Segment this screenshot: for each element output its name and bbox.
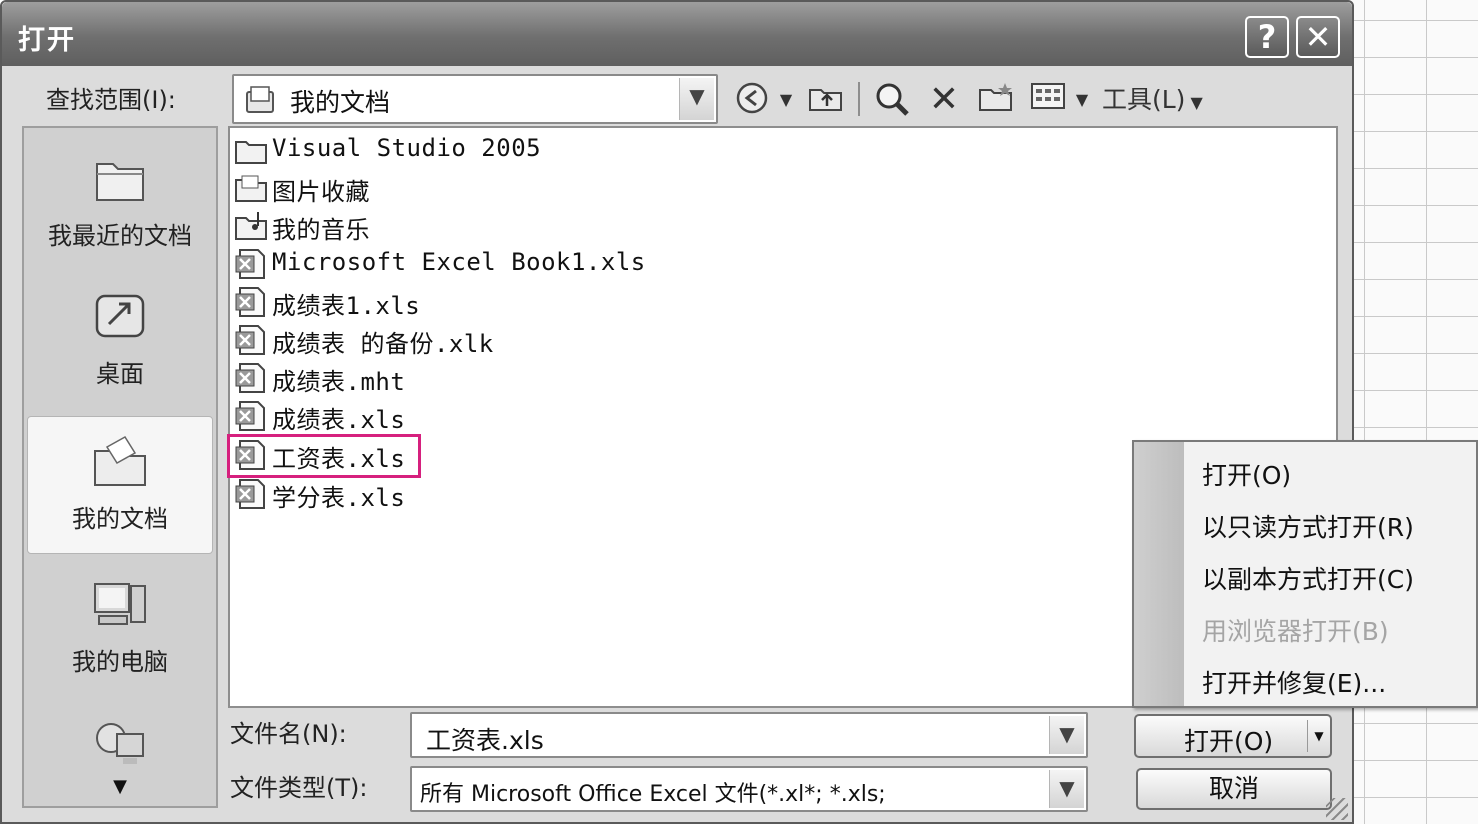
cancel-button[interactable]: 取消	[1136, 768, 1332, 810]
open-dropdown-icon[interactable]: ▼	[1307, 720, 1330, 752]
list-item-selected[interactable]: 工资表.xls	[227, 434, 421, 478]
filename-label: 文件名(N):	[230, 720, 347, 748]
back-dropdown-icon[interactable]: ▼	[776, 80, 796, 120]
open-button[interactable]: 打开(O) ▼	[1134, 714, 1332, 758]
excel-file-icon	[235, 287, 265, 317]
network-places-icon	[96, 723, 144, 764]
chevron-down-icon[interactable]: ▼	[1049, 770, 1084, 808]
place-label: 我的电脑	[72, 648, 168, 676]
chevron-down-icon[interactable]: ▼	[679, 78, 714, 120]
place-my-documents[interactable]: 我的文档	[27, 416, 213, 554]
new-folder-icon[interactable]	[974, 80, 1018, 120]
recent-docs-icon	[96, 163, 144, 201]
filename-input[interactable]: 工资表.xls ▼	[410, 712, 1088, 758]
menu-item-open-readonly[interactable]: 以只读方式打开(R)	[1202, 508, 1414, 544]
excel-file-icon	[235, 401, 265, 431]
toolbar-separator	[858, 82, 860, 116]
filename-value: 工资表.xls	[426, 726, 544, 755]
place-label: 我的文档	[72, 505, 168, 533]
lookin-value: 我的文档	[290, 88, 391, 117]
file-name: 成绩表.xls	[272, 406, 406, 434]
file-name: 我的音乐	[272, 216, 370, 244]
lookin-label: 查找范围(I):	[46, 86, 176, 114]
file-name: 图片收藏	[272, 178, 370, 206]
views-dropdown-icon[interactable]: ▼	[1072, 80, 1092, 120]
file-name: Microsoft Excel Book1.xls	[272, 248, 646, 276]
file-name: 成绩表.mht	[272, 368, 406, 396]
excel-file-icon	[235, 440, 265, 470]
folder-icon	[235, 141, 267, 164]
pictures-folder-icon	[235, 175, 267, 202]
file-name: 工资表.xls	[272, 445, 406, 473]
file-name: Visual Studio 2005	[272, 134, 542, 162]
filetype-label: 文件类型(T):	[230, 774, 368, 802]
place-desktop[interactable]: 桌面	[24, 288, 216, 428]
excel-file-icon	[235, 249, 265, 279]
help-button[interactable]: ?	[1245, 16, 1289, 58]
open-options-menu: 打开(O) 以只读方式打开(R) 以副本方式打开(C) 用浏览器打开(B) 打开…	[1132, 440, 1478, 708]
my-documents-icon	[94, 435, 146, 486]
menu-item-open-browser: 用浏览器打开(B)	[1202, 617, 1389, 646]
menu-icon-strip	[1134, 442, 1184, 706]
menu-item-open-copy[interactable]: 以副本方式打开(C)	[1202, 560, 1414, 596]
file-name: 成绩表 的备份.xlk	[272, 330, 494, 358]
open-button-label: 打开(O)	[1184, 727, 1274, 756]
resize-grip-icon[interactable]	[1326, 798, 1348, 820]
filetype-value: 所有 Microsoft Office Excel 文件(*.xl*; *.xl…	[420, 782, 886, 807]
excel-file-icon	[235, 479, 265, 509]
lookin-combo[interactable]: 我的文档 ▼	[232, 74, 718, 124]
filetype-select[interactable]: 所有 Microsoft Office Excel 文件(*.xl*; *.xl…	[410, 766, 1088, 812]
excel-file-icon	[235, 363, 265, 393]
close-button[interactable]: ✕	[1296, 16, 1340, 58]
my-computer-icon	[94, 583, 146, 625]
menu-item-open-repair[interactable]: 打开并修复(E)...	[1202, 664, 1386, 700]
place-my-computer[interactable]: 我的电脑	[24, 576, 216, 716]
menu-item-open[interactable]: 打开(O)	[1202, 456, 1291, 492]
search-icon[interactable]	[870, 80, 914, 120]
file-name: 成绩表1.xls	[272, 292, 421, 320]
place-network[interactable]: ▼	[24, 716, 216, 804]
title-bar: 打开 ? ✕	[2, 2, 1352, 66]
file-name: 学分表.xls	[272, 484, 406, 512]
places-bar: 我最近的文档 桌面 我的文档 我的电脑 ▼	[22, 126, 218, 808]
tools-label: 工具(L)	[1102, 85, 1186, 114]
place-label: 桌面	[96, 360, 144, 388]
scroll-down-icon[interactable]: ▼	[24, 776, 216, 797]
chevron-down-icon[interactable]: ▼	[1049, 716, 1084, 754]
up-folder-icon[interactable]	[804, 80, 848, 120]
desktop-icon	[95, 294, 145, 338]
excel-file-icon	[235, 325, 265, 355]
views-icon[interactable]	[1028, 80, 1068, 120]
place-recent-docs[interactable]: 我最近的文档	[24, 150, 216, 290]
music-folder-icon	[235, 212, 267, 240]
delete-icon[interactable]: ✕	[924, 80, 964, 120]
place-label: 我最近的文档	[48, 222, 192, 250]
back-icon[interactable]	[732, 80, 772, 120]
my-documents-small-icon	[246, 86, 274, 113]
dialog-title: 打开	[18, 25, 76, 56]
tools-menu[interactable]: 工具(L) ▼	[1102, 80, 1222, 120]
